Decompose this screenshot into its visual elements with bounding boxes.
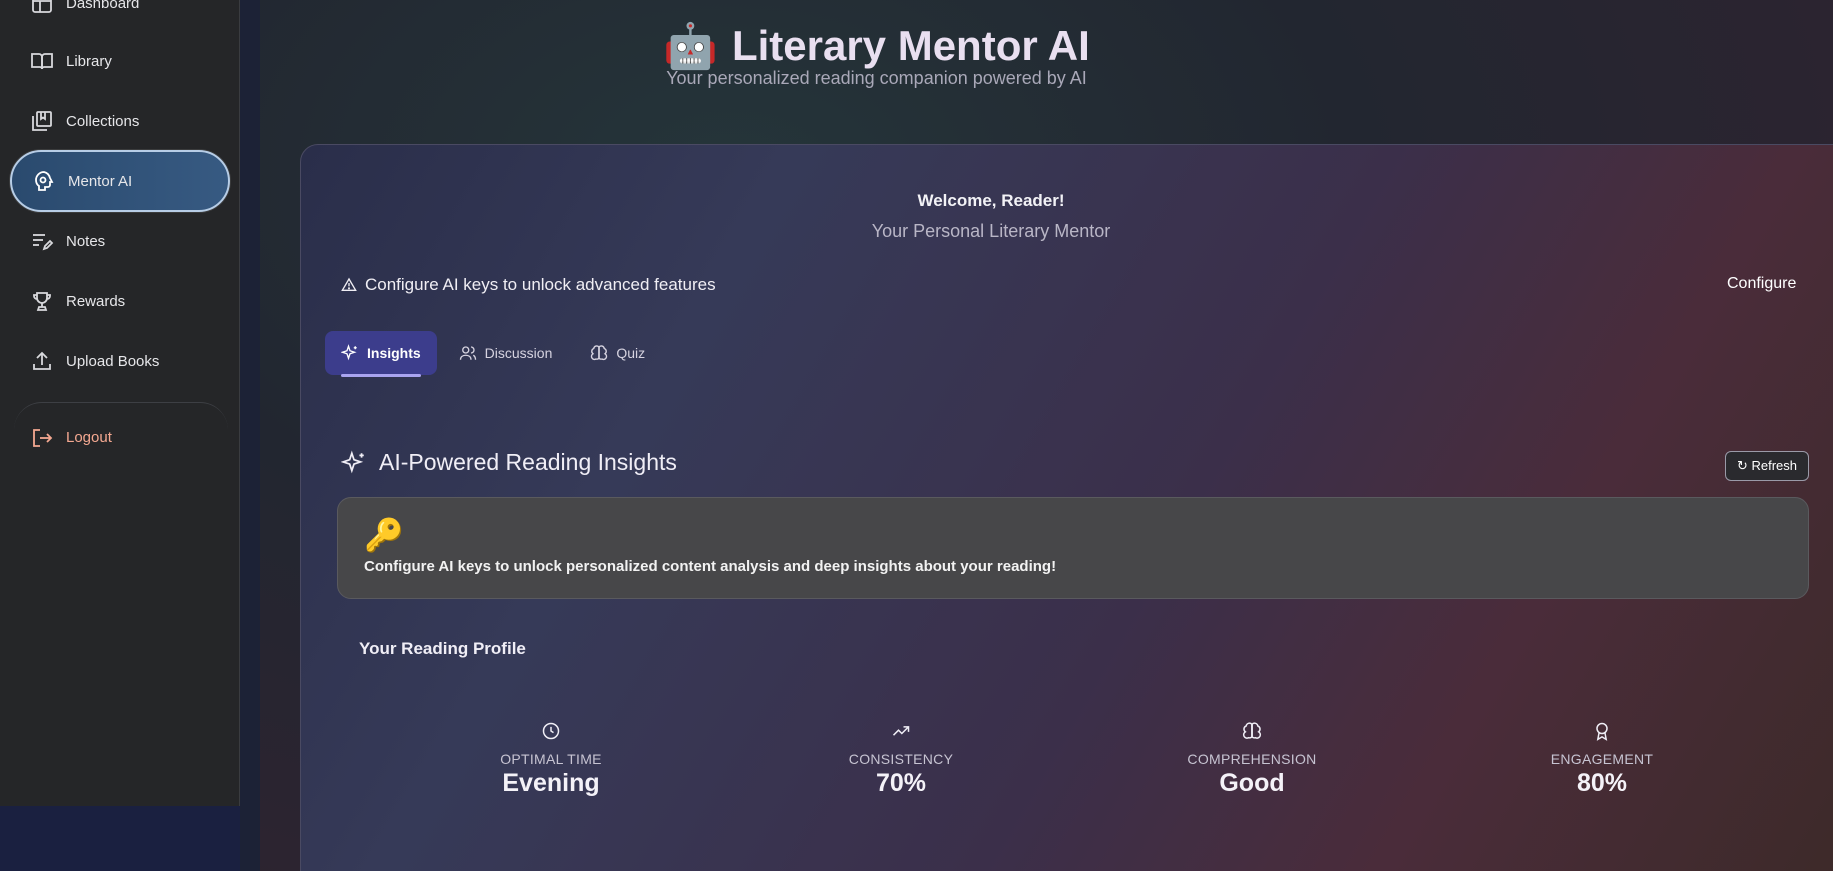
stat-label: CONSISTENCY (848, 751, 954, 767)
upload-icon (33, 351, 51, 370)
insights-section-title-text: AI-Powered Reading Insights (379, 449, 677, 475)
config-warning-text: Configure AI keys to unlock advanced fea… (365, 275, 716, 294)
welcome-heading: Welcome, Reader! (917, 191, 1065, 210)
sidebar-item-label: Dashboard (66, 0, 140, 12)
mentor-ai-icon (35, 171, 54, 191)
tab-label: Quiz (616, 345, 646, 361)
insights-section-title: AI-Powered Reading Insights (341, 449, 677, 476)
sidebar-item-label: Upload Books (66, 352, 160, 370)
stat-value: 70% (875, 769, 927, 797)
stat-value: Evening (502, 769, 600, 797)
book-open-icon (31, 53, 53, 70)
sidebar-item-label: Mentor AI (68, 172, 133, 190)
stat-consistency: CONSISTENCY 70% (801, 721, 1001, 798)
sidebar-item-collections[interactable]: Collections (10, 90, 230, 152)
sidebar-footer-area (0, 806, 258, 871)
stat-label: OPTIMAL TIME (500, 751, 602, 767)
stat-optimal-time: OPTIMAL TIME Evening (451, 721, 651, 798)
stat-value: Good (1219, 769, 1285, 797)
mentor-tabs: Insights Discussion Quiz (325, 331, 661, 377)
brain-icon (591, 345, 608, 361)
sidebar-gutter (240, 0, 260, 871)
robot-icon: 🤖 (663, 22, 718, 71)
logout-icon (33, 428, 53, 447)
clock-icon (542, 722, 560, 740)
key-icon: 🔑 (364, 517, 404, 553)
stat-label: COMPREHENSION (1187, 751, 1317, 767)
reading-profile-title: Your Reading Profile (359, 639, 526, 658)
stat-engagement: ENGAGEMENT 80% (1502, 721, 1702, 798)
stat-comprehension: COMPREHENSION Good (1152, 721, 1352, 798)
notes-icon (33, 234, 54, 251)
refresh-button[interactable]: ↻ Refresh (1725, 451, 1809, 481)
mentor-card: Welcome, Reader! Your Personal Literary … (300, 144, 1833, 871)
sidebar: Dashboard Library Collections Mentor AI … (0, 0, 240, 806)
sidebar-item-rewards[interactable]: Rewards (10, 270, 230, 332)
page-title-text: Literary Mentor AI (731, 22, 1090, 69)
logout-button[interactable]: Logout (14, 402, 228, 472)
users-icon (459, 346, 476, 360)
ai-keys-notice: 🔑 Configure AI keys to unlock personaliz… (337, 497, 1809, 599)
tab-label: Discussion (484, 345, 553, 361)
stat-value: 80% (1576, 769, 1628, 797)
warning-icon (341, 277, 357, 291)
sidebar-item-label: Notes (66, 232, 106, 250)
page-subtitle: Your personalized reading companion powe… (666, 68, 1087, 88)
sidebar-item-label: Collections (66, 112, 140, 130)
tab-quiz[interactable]: Quiz (574, 331, 661, 375)
award-icon (1596, 722, 1608, 741)
sidebar-item-notes[interactable]: Notes (10, 210, 230, 272)
brain-icon (1242, 722, 1262, 739)
sidebar-item-label: Rewards (66, 292, 126, 310)
main-content: 🤖 Literary Mentor AI Your personalized r… (260, 0, 1833, 871)
trending-up-icon (892, 726, 910, 736)
tab-discussion[interactable]: Discussion (443, 331, 569, 375)
sparkles-icon (341, 450, 364, 473)
sidebar-item-mentor-ai[interactable]: Mentor AI (10, 150, 230, 212)
sparkles-icon (341, 344, 357, 361)
ai-keys-notice-text: Configure AI keys to unlock personalized… (364, 558, 1057, 575)
config-warning: Configure AI keys to unlock advanced fea… (341, 275, 716, 295)
page-title: 🤖 Literary Mentor AI (60, 20, 1693, 72)
configure-button[interactable]: Configure (1727, 275, 1796, 293)
tab-insights[interactable]: Insights (325, 331, 437, 377)
dashboard-icon (32, 0, 52, 13)
welcome-subheading: Your Personal Literary Mentor (871, 221, 1111, 241)
trophy-icon (33, 292, 51, 311)
logout-label: Logout (66, 429, 112, 446)
sidebar-item-upload-books[interactable]: Upload Books (10, 330, 230, 392)
tab-label: Insights (367, 345, 421, 361)
collections-icon (32, 111, 52, 131)
stat-label: ENGAGEMENT (1550, 751, 1654, 767)
